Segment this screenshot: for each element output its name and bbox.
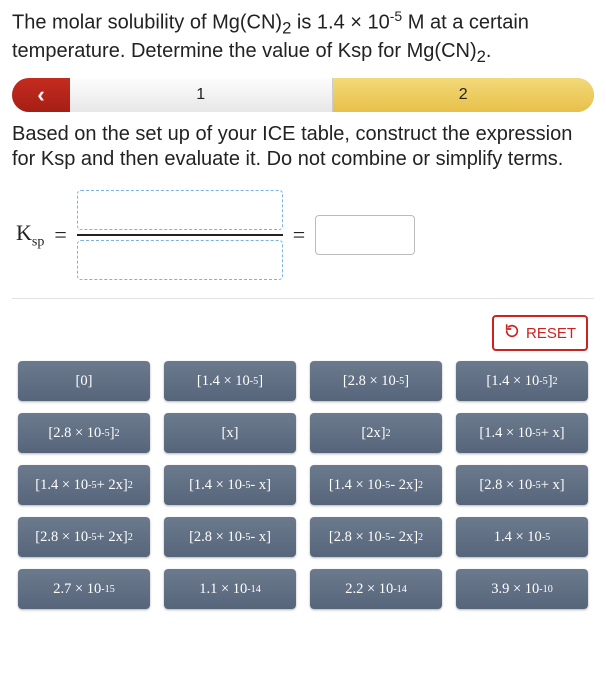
reset-button[interactable]: RESET — [492, 315, 588, 351]
reset-label: RESET — [526, 325, 576, 342]
tile-1[interactable]: [1.4 × 10-5] — [164, 361, 296, 401]
back-button[interactable]: ‹ — [12, 78, 70, 112]
tile-2[interactable]: [2.8 × 10-5] — [310, 361, 442, 401]
answer-drop[interactable] — [315, 215, 415, 255]
step-1[interactable]: 1 — [70, 78, 333, 112]
question-text: The molar solubility of Mg(CN)2 is 1.4 ×… — [12, 8, 594, 68]
equals-sign-2: = — [293, 222, 305, 248]
tile-3[interactable]: [1.4 × 10-5]2 — [456, 361, 588, 401]
fraction — [77, 190, 283, 280]
step-2[interactable]: 2 — [333, 78, 595, 112]
tile-11[interactable]: [2.8 × 10-5 + x] — [456, 465, 588, 505]
fraction-bar — [77, 234, 283, 236]
tile-4[interactable]: [2.8 × 10-5]2 — [18, 413, 150, 453]
tile-0[interactable]: [0] — [18, 361, 150, 401]
ksp-label: Ksp — [16, 220, 44, 250]
equals-sign-1: = — [54, 222, 66, 248]
tile-17[interactable]: 1.1 × 10-14 — [164, 569, 296, 609]
tile-6[interactable]: [2x]2 — [310, 413, 442, 453]
tile-7[interactable]: [1.4 × 10-5 + x] — [456, 413, 588, 453]
tile-18[interactable]: 2.2 × 10-14 — [310, 569, 442, 609]
tile-19[interactable]: 3.9 × 10-10 — [456, 569, 588, 609]
tile-16[interactable]: 2.7 × 10-15 — [18, 569, 150, 609]
tile-8[interactable]: [1.4 × 10-5 + 2x]2 — [18, 465, 150, 505]
tile-15[interactable]: 1.4 × 10-5 — [456, 517, 588, 557]
tile-5[interactable]: [x] — [164, 413, 296, 453]
tile-bank: [0] [1.4 × 10-5] [2.8 × 10-5] [1.4 × 10-5]2… — [12, 361, 594, 617]
instruction-text: Based on the set up of your ICE table, c… — [12, 122, 594, 172]
tile-10[interactable]: [1.4 × 10-5 - 2x]2 — [310, 465, 442, 505]
numerator-drop[interactable] — [77, 190, 283, 230]
tile-13[interactable]: [2.8 × 10-5 - x] — [164, 517, 296, 557]
progress-bar: ‹ 1 2 — [12, 78, 594, 112]
reset-icon — [504, 323, 520, 343]
tile-12[interactable]: [2.8 × 10-5 + 2x]2 — [18, 517, 150, 557]
denominator-drop[interactable] — [77, 240, 283, 280]
tile-14[interactable]: [2.8 × 10-5 - 2x]2 — [310, 517, 442, 557]
tile-9[interactable]: [1.4 × 10-5 - x] — [164, 465, 296, 505]
equation-row: Ksp = = — [12, 182, 594, 299]
